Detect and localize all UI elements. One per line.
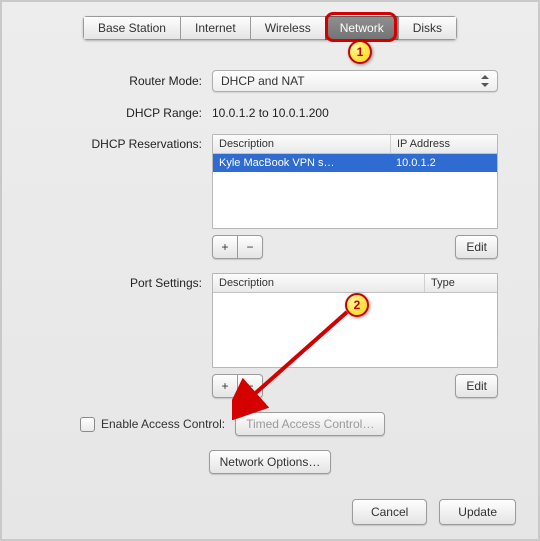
- dhcp-reservations-label: DHCP Reservations:: [42, 134, 212, 151]
- dhcp-cell-ip: 10.0.1.2: [390, 154, 497, 172]
- dhcp-add-button[interactable]: +: [212, 235, 238, 259]
- port-add-button[interactable]: +: [212, 374, 238, 398]
- update-button[interactable]: Update: [439, 499, 516, 525]
- router-mode-select[interactable]: DHCP and NAT: [212, 70, 498, 92]
- cancel-button[interactable]: Cancel: [352, 499, 427, 525]
- dhcp-reservations-table[interactable]: Description IP Address Kyle MacBook VPN …: [212, 134, 498, 229]
- port-remove-button[interactable]: −: [238, 374, 263, 398]
- enable-access-control-checkbox[interactable]: [80, 417, 95, 432]
- dhcp-col-ip[interactable]: IP Address: [391, 135, 497, 153]
- annotation-badge-2: 2: [345, 293, 369, 317]
- tab-internet[interactable]: Internet: [180, 16, 250, 40]
- tab-base-station[interactable]: Base Station: [83, 16, 180, 40]
- port-edit-button[interactable]: Edit: [455, 374, 498, 398]
- dhcp-cell-desc: Kyle MacBook VPN s…: [213, 154, 390, 172]
- timed-access-control-button[interactable]: Timed Access Control…: [235, 412, 385, 436]
- network-options-button[interactable]: Network Options…: [209, 450, 332, 474]
- router-mode-value: DHCP and NAT: [221, 74, 305, 88]
- tab-network[interactable]: Network: [325, 16, 398, 40]
- tab-bar: Base Station Internet Wireless Network D…: [83, 16, 457, 40]
- enable-access-control-label: Enable Access Control:: [101, 417, 225, 431]
- dhcp-remove-button[interactable]: −: [238, 235, 263, 259]
- port-settings-label: Port Settings:: [42, 273, 212, 290]
- router-mode-label: Router Mode:: [42, 74, 212, 88]
- dhcp-range-label: DHCP Range:: [42, 106, 212, 120]
- port-col-description[interactable]: Description: [213, 274, 425, 292]
- dhcp-edit-button[interactable]: Edit: [455, 235, 498, 259]
- dhcp-row-selected[interactable]: Kyle MacBook VPN s… 10.0.1.2: [213, 154, 497, 172]
- port-col-type[interactable]: Type: [425, 274, 497, 292]
- tab-wireless[interactable]: Wireless: [250, 16, 325, 40]
- tab-disks[interactable]: Disks: [398, 16, 457, 40]
- port-settings-table[interactable]: Description Type: [212, 273, 498, 368]
- dhcp-col-description[interactable]: Description: [213, 135, 391, 153]
- dhcp-range-value: 10.0.1.2 to 10.0.1.200: [212, 106, 329, 120]
- annotation-badge-1: 1: [348, 40, 372, 64]
